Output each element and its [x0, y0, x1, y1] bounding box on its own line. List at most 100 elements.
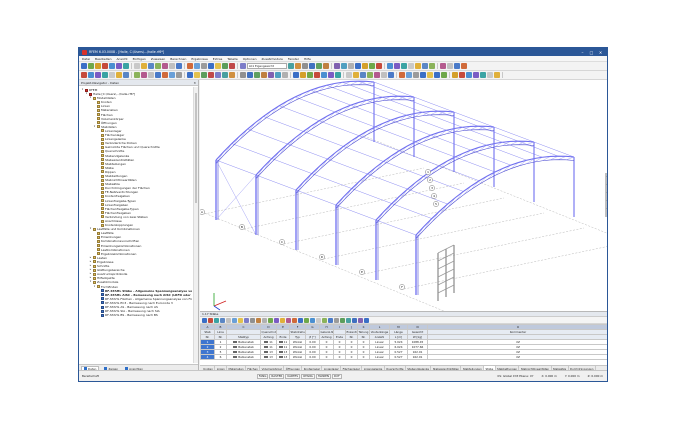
table-toolbar-icon[interactable] [280, 317, 285, 323]
toolbar-icon[interactable] [162, 63, 168, 69]
toolbar-icon[interactable] [288, 63, 294, 69]
menu-item[interactable]: Zuweisen [151, 57, 165, 61]
toolbar-icon[interactable] [422, 63, 428, 69]
toolbar-icon[interactable] [194, 63, 200, 69]
toolbar-icon[interactable] [134, 63, 140, 69]
toolbar-icon[interactable] [302, 63, 308, 69]
table-toolbar-icon[interactable] [346, 317, 351, 323]
loadcase-select[interactable]: LK1 Eigengewicht [247, 63, 287, 69]
table-cell[interactable]: 0 [357, 354, 370, 360]
toolbar-icon[interactable] [123, 63, 129, 69]
toolbar-icon[interactable] [88, 72, 94, 78]
toolbar-icon[interactable] [309, 63, 315, 69]
toolbar-icon[interactable] [369, 63, 375, 69]
toolbar-icon[interactable] [141, 63, 147, 69]
toolbar-icon[interactable] [346, 72, 352, 78]
toolbar-icon[interactable] [169, 72, 175, 78]
toolbar-icon[interactable] [123, 72, 129, 78]
table-toolbar-icon[interactable] [238, 317, 243, 323]
toolbar-icon[interactable] [247, 72, 253, 78]
toolbar-icon[interactable] [487, 72, 493, 78]
close-button[interactable]: ✕ [597, 49, 604, 55]
toolbar-icon[interactable] [454, 63, 460, 69]
toolbar-icon[interactable] [240, 72, 246, 78]
toolbar-icon[interactable] [341, 63, 347, 69]
toolbar-icon[interactable] [102, 63, 108, 69]
toolbar-icon[interactable] [95, 72, 101, 78]
table-cell[interactable]: 0.527 [389, 354, 408, 360]
table-cell[interactable]: 0.00 [305, 354, 320, 360]
toolbar-icon[interactable] [381, 72, 387, 78]
menu-item[interactable]: Tabelle [227, 57, 237, 61]
toolbar-icon[interactable] [388, 72, 394, 78]
table-toolbar-icon[interactable] [220, 317, 225, 323]
toolbar-icon[interactable] [261, 72, 267, 78]
table-toolbar-icon[interactable] [352, 317, 357, 323]
toolbar-icon[interactable] [116, 72, 122, 78]
toolbar-icon[interactable] [452, 72, 458, 78]
toolbar-icon[interactable] [360, 72, 366, 78]
table-cell[interactable]: Balkenstab [226, 354, 261, 360]
toolbar-icon[interactable] [316, 63, 322, 69]
toolbar-icon[interactable] [399, 72, 405, 78]
toolbar-icon[interactable] [268, 72, 274, 78]
table-toolbar-icon[interactable] [226, 317, 231, 323]
toolbar-icon[interactable] [408, 63, 414, 69]
table-cell[interactable]: Winkel [289, 354, 306, 360]
toolbar-icon[interactable] [335, 72, 341, 78]
toolbar-icon[interactable] [187, 72, 193, 78]
toolbar-icon[interactable] [275, 72, 281, 78]
toolbar-icon[interactable] [447, 63, 453, 69]
toolbar-icon[interactable] [134, 72, 140, 78]
toolbar-icon[interactable] [429, 63, 435, 69]
toolbar-icon[interactable] [307, 72, 313, 78]
toolbar-icon[interactable] [355, 63, 361, 69]
toolbar-icon[interactable] [208, 63, 214, 69]
toolbar-icon[interactable] [201, 63, 207, 69]
toolbar-icon[interactable] [240, 63, 246, 69]
minimize-button[interactable]: – [579, 49, 586, 55]
menu-item[interactable]: Datei [82, 57, 90, 61]
toolbar-icon[interactable] [141, 72, 147, 78]
navigator-scrollbar[interactable] [193, 87, 198, 363]
toolbar-icon[interactable] [461, 63, 467, 69]
menu-item[interactable]: Optionen [243, 57, 257, 61]
table-toolbar-icon[interactable] [286, 317, 291, 323]
tree-item[interactable]: RF-STAHL BS - Bemessung nach BS [79, 313, 192, 317]
toolbar-icon[interactable] [208, 72, 214, 78]
toolbar-icon[interactable] [362, 63, 368, 69]
table-toolbar-icon[interactable] [310, 317, 315, 323]
table-toolbar-icon[interactable] [214, 317, 219, 323]
table-toolbar-icon[interactable] [340, 317, 345, 323]
toolbar-icon[interactable] [415, 63, 421, 69]
status-toggle[interactable]: HLINIEN [315, 373, 332, 379]
toolbar-icon[interactable] [466, 72, 472, 78]
toolbar-icon[interactable] [148, 63, 154, 69]
toolbar-icon[interactable] [187, 63, 193, 69]
table-toolbar-icon[interactable] [358, 317, 363, 323]
toolbar-icon[interactable] [95, 63, 101, 69]
menu-item[interactable]: Zusatzmodule [261, 57, 282, 61]
toolbar-icon[interactable] [413, 72, 419, 78]
table-cell[interactable]: 0 [345, 354, 358, 360]
maximize-button[interactable]: □ [588, 49, 595, 55]
toolbar-icon[interactable] [401, 63, 407, 69]
table-toolbar-icon[interactable] [250, 317, 255, 323]
toolbar-icon[interactable] [494, 72, 500, 78]
toolbar-icon[interactable] [176, 72, 182, 78]
toolbar-icon[interactable] [215, 72, 221, 78]
table-cell[interactable]: 0 [333, 354, 346, 360]
toolbar-icon[interactable] [194, 72, 200, 78]
toolbar-icon[interactable] [394, 63, 400, 69]
table-toolbar-icon[interactable] [256, 317, 261, 323]
toolbar-icon[interactable] [162, 72, 168, 78]
toolbar-icon[interactable] [323, 63, 329, 69]
toolbar-icon[interactable] [176, 63, 182, 69]
toolbar-icon[interactable] [293, 72, 299, 78]
menu-item[interactable]: Ergebnisse [191, 57, 207, 61]
toolbar-icon[interactable] [406, 72, 412, 78]
toolbar-icon[interactable] [374, 72, 380, 78]
table-toolbar-icon[interactable] [364, 317, 369, 323]
toolbar-icon[interactable] [473, 72, 479, 78]
toolbar-icon[interactable] [222, 63, 228, 69]
